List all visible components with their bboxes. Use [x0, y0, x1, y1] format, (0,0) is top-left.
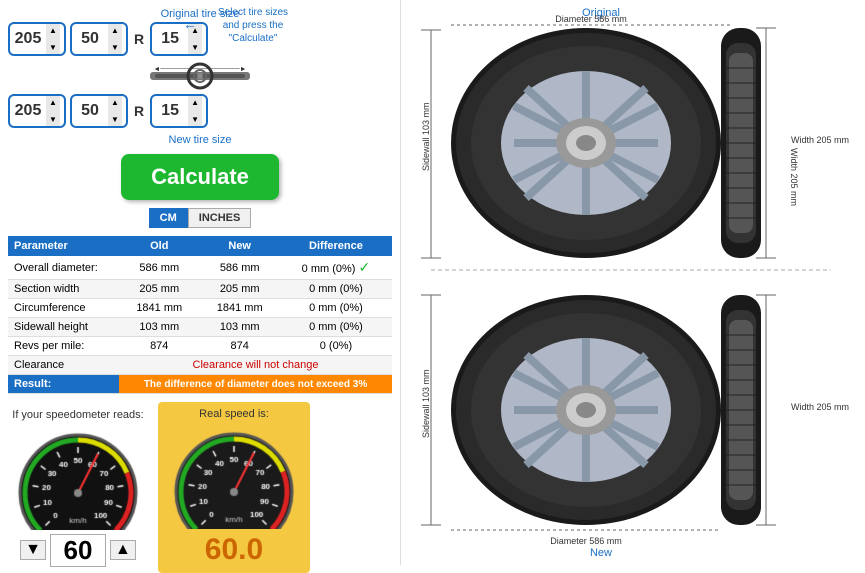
old-cell: 586 mm	[119, 256, 199, 280]
tire-icon-row: ◄────────────────►	[8, 62, 392, 90]
diff-cell: 0 mm (0%)	[280, 299, 392, 318]
param-cell: Revs per mile:	[8, 337, 119, 356]
col-new: New	[199, 236, 279, 256]
speedo-real-label: Real speed is:	[199, 408, 269, 420]
speedo-up-btn[interactable]: ▲	[110, 540, 136, 560]
tire-icon: ◄────────────────►	[145, 62, 255, 90]
cm-button[interactable]: CM	[149, 208, 188, 228]
new-rim-input[interactable]	[152, 102, 188, 120]
svg-text:Width 205 mm: Width 205 mm	[791, 402, 849, 412]
svg-text:Width 205 mm: Width 205 mm	[791, 135, 849, 145]
original-profile-up[interactable]: ▲	[108, 22, 122, 39]
new-profile-input[interactable]	[72, 102, 108, 120]
svg-text:Diameter 586 mm: Diameter 586 mm	[550, 536, 622, 546]
instruction-text: Select tire sizesand press the"Calculate…	[193, 6, 313, 45]
diff-cell: 0 mm (0%)	[280, 280, 392, 299]
old-cell: 103 mm	[119, 318, 199, 337]
col-difference: Difference	[280, 236, 392, 256]
speedo-right: Real speed is: 60.0	[158, 402, 310, 573]
original-rim-input[interactable]	[152, 30, 188, 48]
new-cell: 586 mm	[199, 256, 279, 280]
original-width-spinner[interactable]: ▲ ▼	[8, 22, 66, 56]
calculate-button[interactable]: Calculate	[121, 154, 279, 200]
speedo-result-value: 60.0	[205, 533, 263, 567]
table-row: Revs per mile: 874 874 0 (0%)	[8, 337, 392, 356]
new-spinner-row: ▲ ▼ ▲ ▼ R ▲ ▼	[8, 94, 392, 128]
new-profile-down[interactable]: ▼	[108, 111, 122, 128]
new-cell: 874	[199, 337, 279, 356]
new-rim-spinner[interactable]: ▲ ▼	[150, 94, 208, 128]
result-label: Result:	[8, 375, 119, 394]
param-cell: Circumference	[8, 299, 119, 318]
unit-toggle-row: CM INCHES	[8, 208, 392, 228]
speedo-input[interactable]	[50, 534, 106, 567]
table-row: Section width 205 mm 205 mm 0 mm (0%)	[8, 280, 392, 299]
tire-diagram-svg: Original Sidewall 103 mm Diameter 586 mm	[401, 0, 865, 565]
table-row: Circumference 1841 mm 1841 mm 0 mm (0%)	[8, 299, 392, 318]
new-cell: 1841 mm	[199, 299, 279, 318]
original-profile-spinner[interactable]: ▲ ▼	[70, 22, 128, 56]
clearance-label: Clearance	[8, 356, 119, 375]
col-old: Old	[119, 236, 199, 256]
comparison-table: Parameter Old New Difference Overall dia…	[8, 236, 392, 394]
arrow-icon: ←	[183, 16, 197, 32]
speedometer-2-canvas	[164, 424, 304, 529]
speedo-input-row: ▼ ▲	[20, 534, 136, 567]
new-cell: 205 mm	[199, 280, 279, 299]
clearance-row: Clearance Clearance will not change	[8, 356, 392, 375]
old-cell: 874	[119, 337, 199, 356]
result-row: Result: The difference of diameter does …	[8, 375, 392, 394]
original-width-down[interactable]: ▼	[46, 39, 60, 56]
old-cell: 1841 mm	[119, 299, 199, 318]
original-profile-input[interactable]	[72, 30, 108, 48]
original-profile-down[interactable]: ▼	[108, 39, 122, 56]
new-label: New tire size	[8, 134, 392, 146]
svg-text:Sidewall 103 mm: Sidewall 103 mm	[421, 102, 431, 171]
new-cell: 103 mm	[199, 318, 279, 337]
original-width-input[interactable]	[10, 30, 46, 48]
clearance-text: Clearance will not change	[119, 356, 392, 375]
original-width-up[interactable]: ▲	[46, 22, 60, 39]
speedo-down-btn[interactable]: ▼	[20, 540, 46, 560]
inches-button[interactable]: INCHES	[188, 208, 252, 228]
old-cell: 205 mm	[119, 280, 199, 299]
param-cell: Sidewall height	[8, 318, 119, 337]
new-rim-down[interactable]: ▼	[188, 111, 202, 128]
new-width-spinner[interactable]: ▲ ▼	[8, 94, 66, 128]
r-label-new: R	[132, 103, 146, 119]
table-row: Sidewall height 103 mm 103 mm 0 mm (0%)	[8, 318, 392, 337]
diff-cell: 0 mm (0%)	[280, 318, 392, 337]
param-cell: Overall diameter:	[8, 256, 119, 280]
svg-text:Width 205 mm: Width 205 mm	[789, 148, 799, 206]
speedometer-1-canvas	[8, 425, 148, 530]
new-width-down[interactable]: ▼	[46, 111, 60, 128]
new-width-input[interactable]	[10, 102, 46, 120]
param-cell: Section width	[8, 280, 119, 299]
calculate-btn-row: Calculate	[8, 154, 392, 200]
svg-text:Sidewall 103 mm: Sidewall 103 mm	[421, 369, 431, 438]
table-row: Overall diameter: 586 mm 586 mm 0 mm (0%…	[8, 256, 392, 280]
svg-text:Diameter 586 mm: Diameter 586 mm	[555, 14, 627, 24]
svg-text:New: New	[590, 547, 612, 559]
speedo-left: If your speedometer reads: ▼ ▲	[8, 409, 148, 567]
checkmark-icon: ✓	[359, 259, 371, 275]
r-label-original: R	[132, 31, 146, 47]
result-message: The difference of diameter does not exce…	[119, 375, 392, 394]
col-parameter: Parameter	[8, 236, 119, 256]
new-profile-spinner[interactable]: ▲ ▼	[70, 94, 128, 128]
new-profile-up[interactable]: ▲	[108, 94, 122, 111]
new-rim-up[interactable]: ▲	[188, 94, 202, 111]
diagram-panel: Original Sidewall 103 mm Diameter 586 mm	[400, 0, 865, 565]
new-width-up[interactable]: ▲	[46, 94, 60, 111]
diff-cell: 0 mm (0%) ✓	[280, 256, 392, 280]
speedometer-section: If your speedometer reads: ▼ ▲ Real spee…	[8, 402, 392, 573]
speedo-reads-label: If your speedometer reads:	[12, 409, 143, 421]
diff-cell: 0 (0%)	[280, 337, 392, 356]
